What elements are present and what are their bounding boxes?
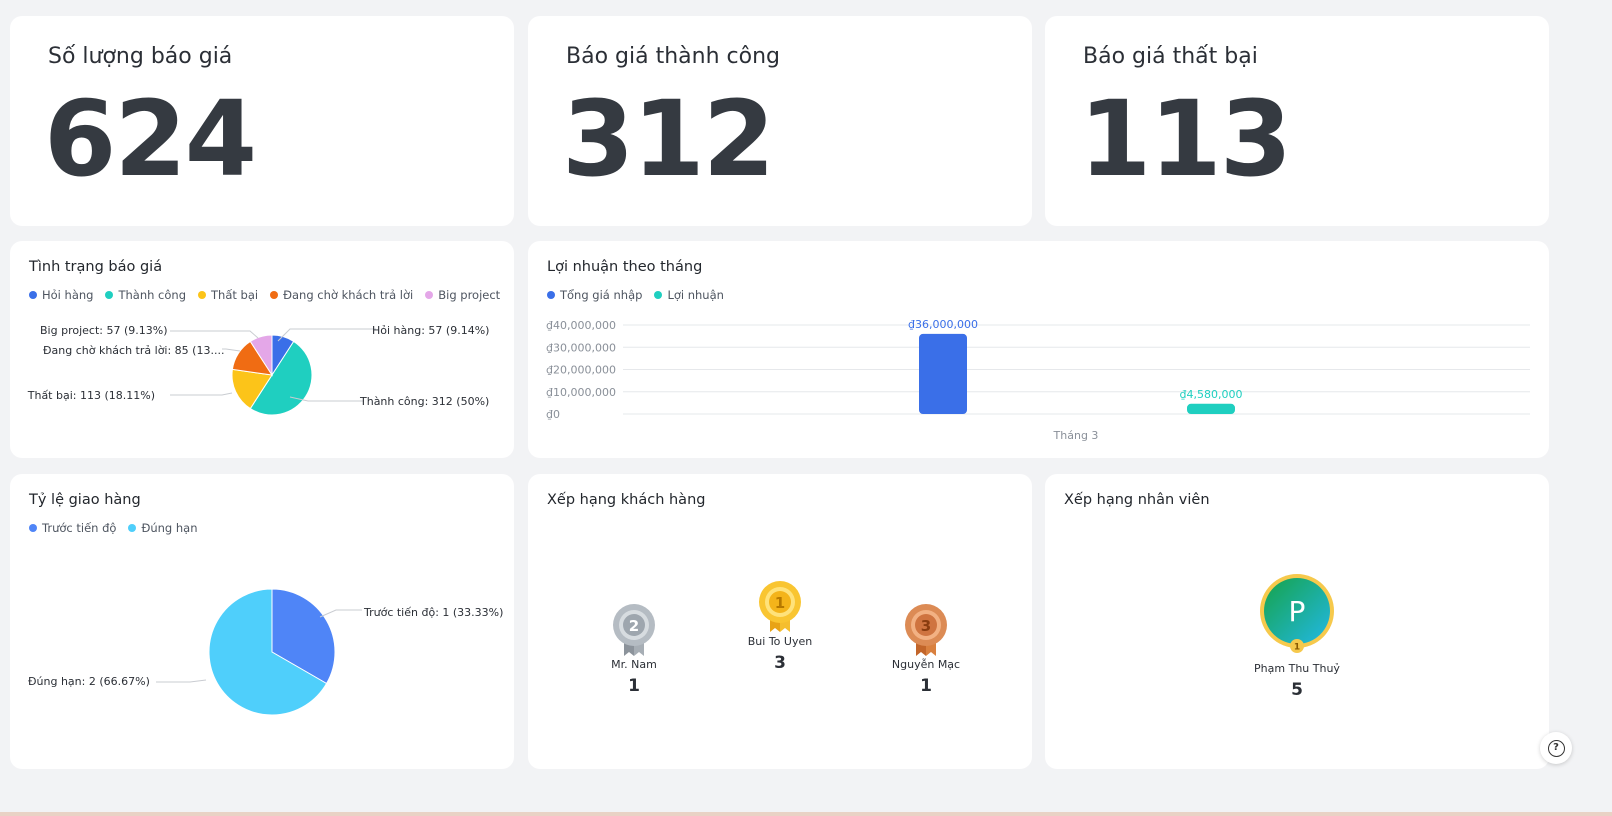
quote-status-card: Tình trạng báo giá Hỏi hàng Thành công T… [10,241,514,458]
slice-label-thanh-cong: Thành công: 312 (50%) [359,395,489,408]
kpi-value: 624 [44,78,257,200]
slice-label-hoi-hang: Hỏi hàng: 57 (9.14%) [372,324,489,337]
status-pie-chart: Hỏi hàng: 57 (9.14%) Thành công: 312 (50… [27,324,489,416]
leader-line [156,679,207,683]
slice-label-big-project: Big project: 57 (9.13%) [40,324,167,337]
bottom-bar [0,812,1612,816]
medal-rank: 2 [629,617,639,635]
customer-value: 1 [628,676,640,696]
kpi-title: Số lượng báo giá [48,44,233,69]
customer-podium: 2 Mr. Nam 1 1 Bui To Uyen 3 3 Nguyễn Mạc… [611,581,960,696]
y-tick-label: ₫0 [546,408,560,421]
y-tick-label: ₫20,000,000 [546,364,616,377]
y-tick-label: ₫30,000,000 [546,341,616,354]
profit-card: Lợi nhuận theo tháng Tổng giá nhập Lợi n… [528,241,1549,458]
customer-name: Bui To Uyen [748,635,812,648]
slice-label-truoc-tien-do: Trước tiến độ: 1 (33.33%) [363,606,503,619]
y-tick-label: ₫40,000,000 [546,319,616,332]
kpi-value: 113 [1079,78,1292,200]
employee-value: 5 [1291,680,1303,700]
kpi-card-failed: Báo giá thất bại 113 [1045,16,1549,226]
delivery-pie-chart: Trước tiến độ: 1 (33.33%) Đúng hạn: 2 (6… [28,588,503,716]
customer-rank-card: Xếp hạng khách hàng 2 Mr. Nam 1 1 Bui To… [528,474,1032,769]
kpi-card-success: Báo giá thành công 312 [528,16,1032,226]
kpi-title: Báo giá thất bại [1083,44,1258,69]
customer-name: Mr. Nam [611,658,657,671]
leader-line [277,328,376,342]
kpi-value: 312 [562,78,775,200]
bar-2[interactable] [1187,403,1235,414]
medal-1-icon: 1 [759,581,801,632]
bar-data-label: ₫4,580,000 [1180,388,1243,401]
bar-1[interactable] [919,333,967,414]
help-icon: ? [1547,739,1565,757]
x-axis-label: Tháng 3 [1053,429,1099,442]
slice-label-dang-cho: Đang chờ khách trả lời: 85 (13.... [43,344,224,357]
customer-value: 1 [920,676,932,696]
help-button[interactable]: ? [1540,732,1572,764]
medal-rank: 1 [775,594,785,612]
leader-line [319,609,362,618]
y-tick-label: ₫10,000,000 [546,386,616,399]
slice-label-that-bai: Thất bại: 113 (18.11%) [27,389,155,402]
customer-name: Nguyễn Mạc [892,658,960,671]
employee-podium: P 1 Phạm Thu Thuỷ 5 [1254,574,1340,700]
delivery-card: Tỷ lệ giao hàng Trước tiến độ Đúng hạn T… [10,474,514,769]
medal-rank: 3 [921,617,931,635]
profit-bar-chart: ₫40,000,000 ₫30,000,000 ₫20,000,000 ₫10,000… [546,318,1530,442]
leader-line [170,330,259,339]
medal-3-icon: 3 [905,604,947,656]
rank-badge: 1 [1294,643,1300,653]
medal-2-icon: 2 [613,604,655,656]
customer-value: 3 [774,653,786,673]
avatar-letter: P [1289,595,1306,628]
kpi-title: Báo giá thành công [566,44,780,69]
kpi-card-total: Số lượng báo giá 624 [10,16,514,226]
employee-rank-card: Xếp hạng nhân viên P 1 Phạm Thu Thuỷ 5 [1045,474,1549,769]
bar-data-label: ₫36,000,000 [908,318,978,331]
slice-label-dung-han: Đúng hạn: 2 (66.67%) [28,675,150,688]
leader-line [222,348,241,352]
employee-name: Phạm Thu Thuỷ [1254,662,1340,675]
leader-line [170,392,233,396]
